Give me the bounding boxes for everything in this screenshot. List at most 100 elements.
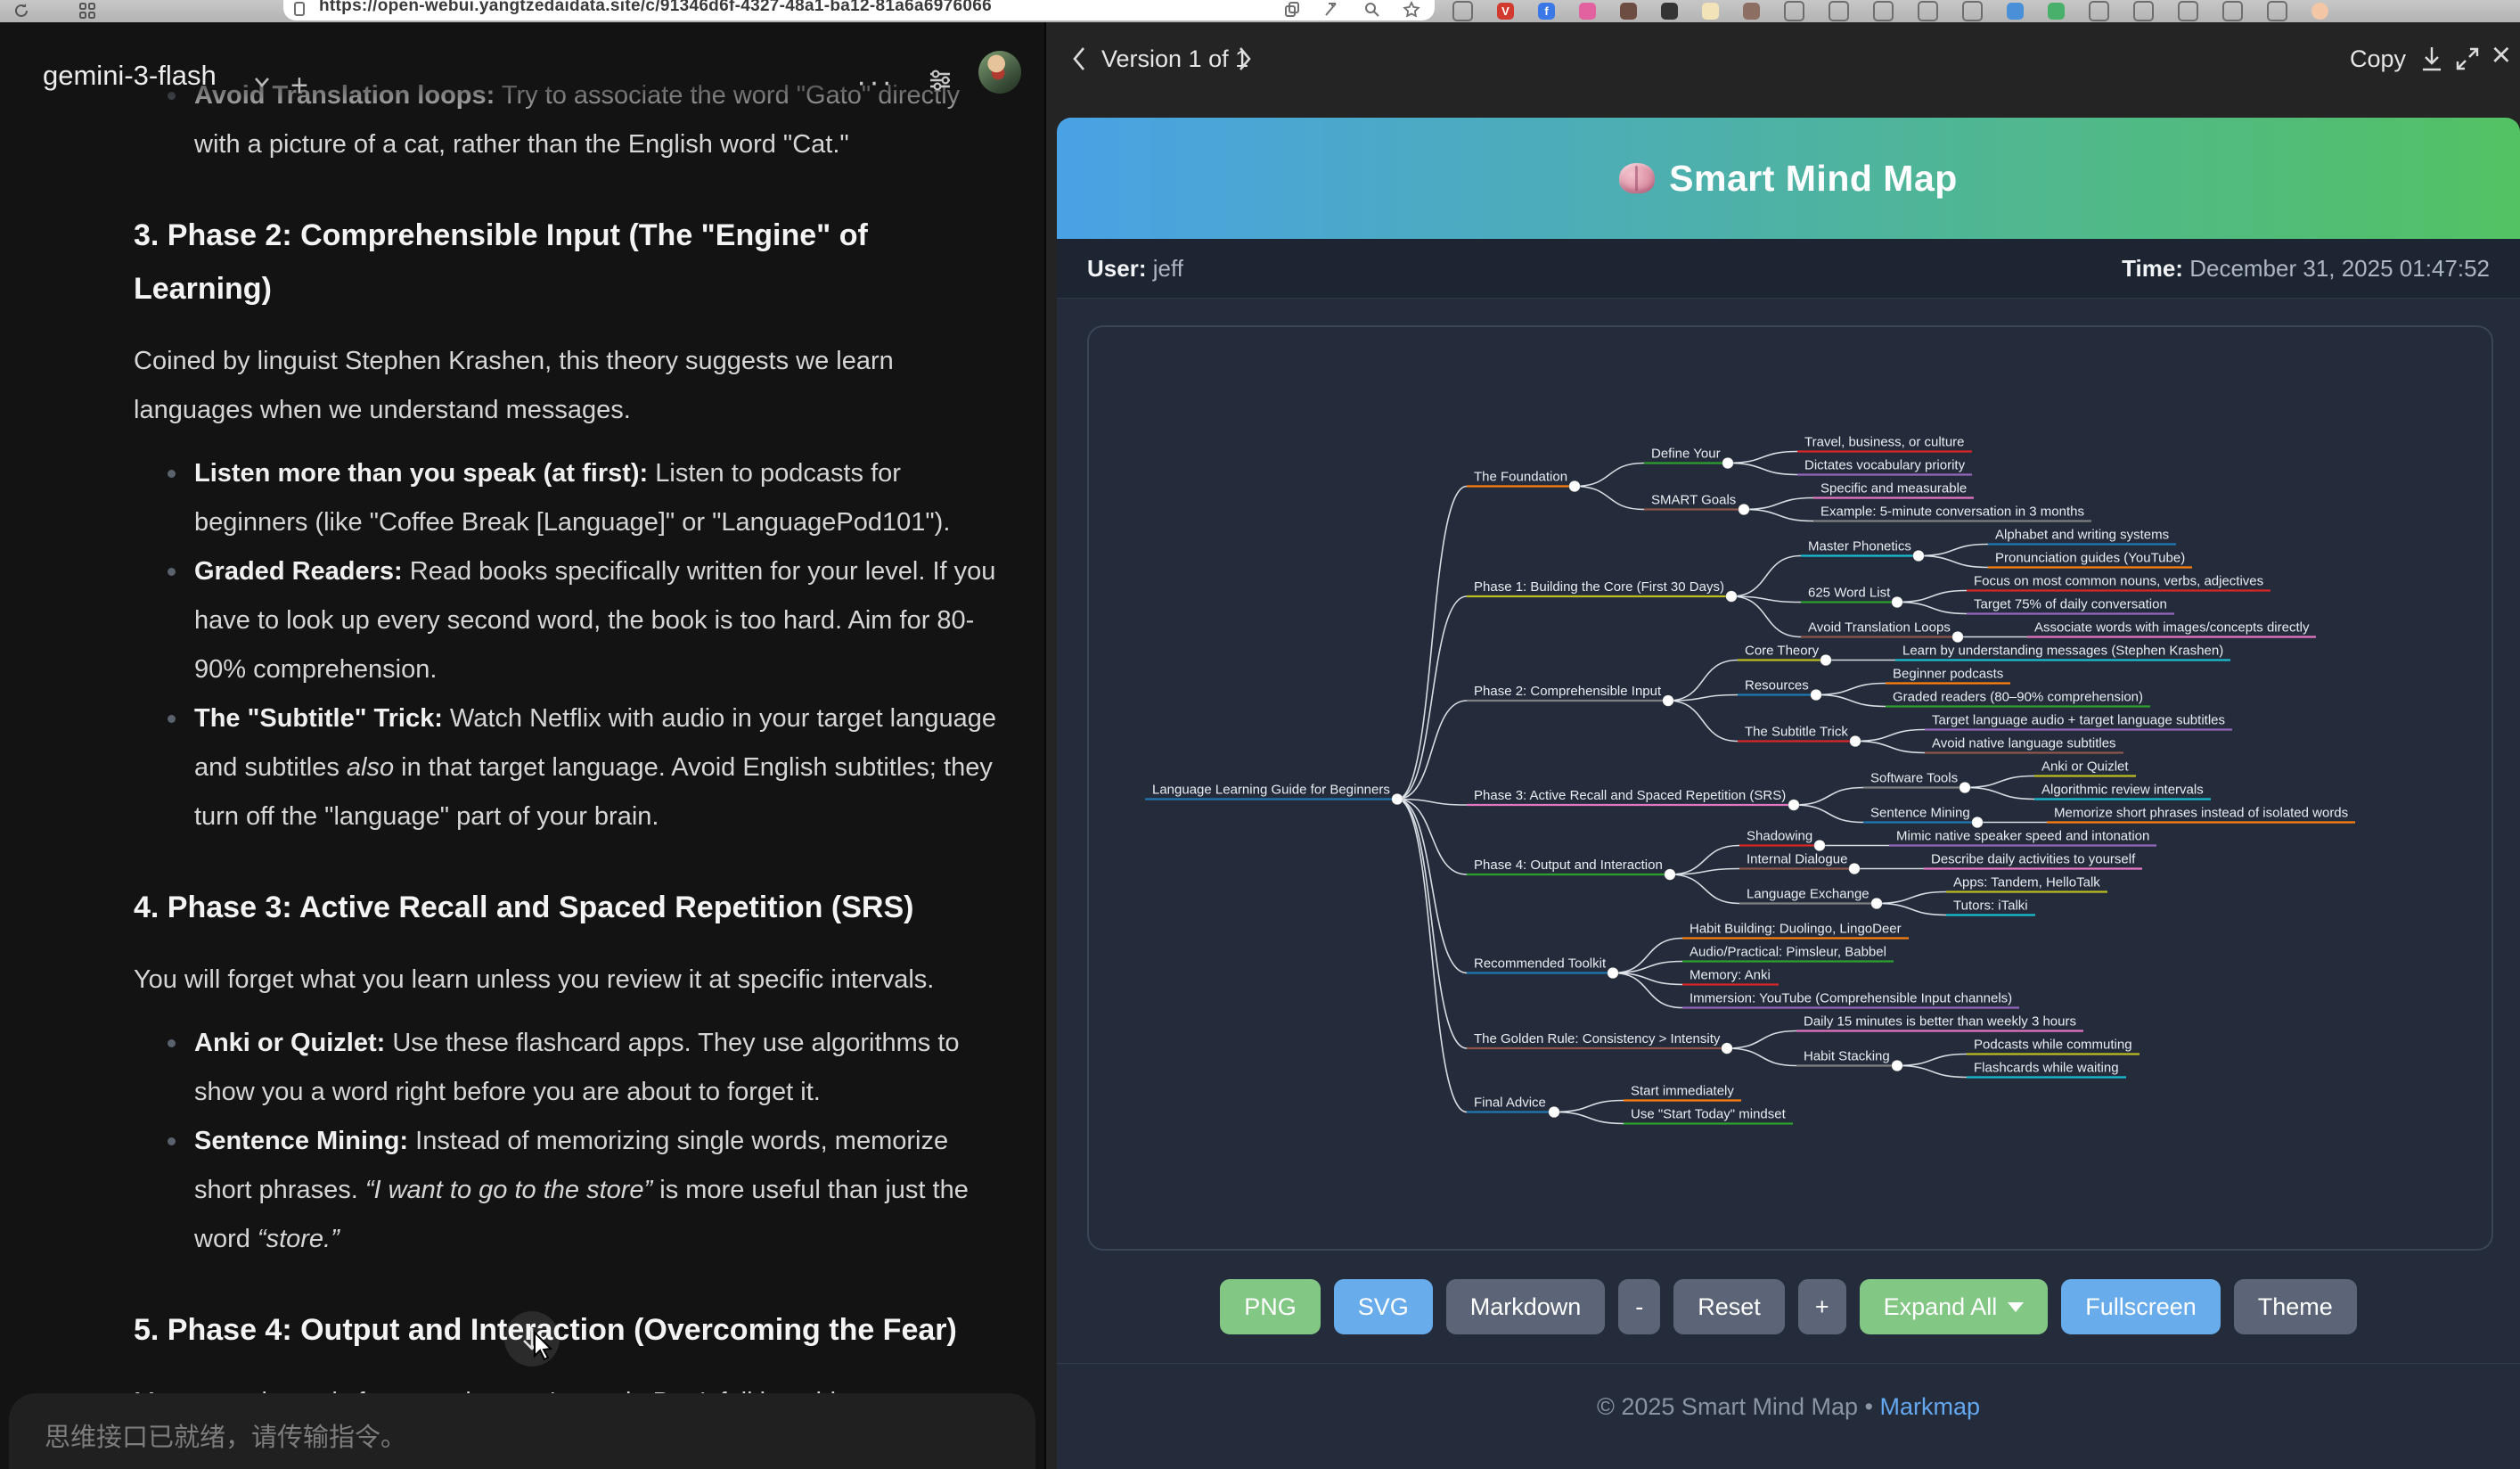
mindmap-node-label[interactable]: Shadowing (1747, 829, 1812, 844)
controls-sliders-icon[interactable] (925, 65, 955, 95)
chat-input[interactable]: 思维接口已就绪，请传输指令。 (9, 1393, 1035, 1469)
mindmap-node-label[interactable]: 625 Word List (1808, 586, 1891, 601)
mindmap-node-label[interactable]: Habit Stacking (1804, 1049, 1890, 1064)
mindmap-node-label[interactable]: Tutors: iTalki (1953, 899, 2028, 914)
-button[interactable]: - (1618, 1279, 1660, 1334)
mindmap-collapse-circle[interactable] (1849, 863, 1861, 874)
gray-extension[interactable] (1829, 1, 1849, 21)
mindmap-node-label[interactable]: Internal Dialogue (1747, 852, 1847, 867)
mindmap-node-label[interactable]: Audio/Practical: Pimsleur, Babbel (1690, 945, 1886, 960)
mindmap-collapse-circle[interactable] (1960, 782, 1971, 793)
reload-icon[interactable] (12, 2, 30, 20)
mindmap-node-label[interactable]: The Golden Rule: Consistency > Intensity (1474, 1031, 1721, 1046)
mindmap-collapse-circle[interactable] (1814, 840, 1826, 851)
mindmap-node-label[interactable]: Learn by understanding messages (Stephen… (1902, 644, 2223, 659)
copy-button[interactable]: Copy (2350, 45, 2406, 73)
gray-extension[interactable] (2089, 1, 2109, 21)
mindmap-node-label[interactable]: Daily 15 minutes is better than weekly 3… (1804, 1014, 2076, 1030)
mindmap-node-label[interactable]: Use "Start Today" mindset (1631, 1107, 1787, 1122)
mindmap-node-label[interactable]: Avoid native language subtitles (1932, 736, 2116, 751)
gray-extension[interactable] (1873, 1, 1894, 21)
blue-extension[interactable] (2007, 3, 2024, 20)
gray-extension[interactable] (1962, 1, 1983, 21)
mindmap-node-label[interactable]: Define Your (1651, 447, 1721, 462)
mindmap-node-label[interactable]: Software Tools (1870, 771, 1958, 786)
mindmap-node-label[interactable]: Phase 2: Comprehensible Input (1474, 684, 1662, 699)
bookmark-star-icon[interactable] (1403, 1, 1420, 19)
mindmap-frame[interactable]: Language Learning Guide for BeginnersThe… (1087, 325, 2493, 1251)
mindmap-node-label[interactable]: Phase 1: Building the Core (First 30 Day… (1474, 579, 1724, 595)
chevron-down-icon[interactable] (251, 76, 273, 90)
mindmap-node-label[interactable]: Memory: Anki (1690, 968, 1771, 983)
chevron-left-icon[interactable] (1071, 45, 1087, 72)
markdown-button[interactable]: Markdown (1446, 1279, 1606, 1334)
chat-menu-button[interactable]: ··· (856, 65, 895, 100)
mindmap-node-label[interactable]: Flashcards while waiting (1974, 1061, 2119, 1076)
mindmap-node-label[interactable]: Memorize short phrases instead of isolat… (2054, 806, 2348, 821)
gray-extension[interactable] (1918, 1, 1938, 21)
mindmap-node-label[interactable]: Associate words with images/concepts dir… (2034, 620, 2310, 636)
fullscreen-expand-icon[interactable] (2454, 44, 2481, 74)
mindmap-collapse-circle[interactable] (1892, 596, 1903, 608)
mindmap-svg[interactable]: Language Learning Guide for BeginnersThe… (1089, 327, 2488, 1245)
mindmap-collapse-circle[interactable] (1569, 480, 1581, 492)
mindmap-node-label[interactable]: The Foundation (1474, 470, 1567, 485)
search-icon[interactable] (1363, 1, 1381, 19)
close-icon[interactable]: × (2491, 38, 2511, 72)
mindmap-collapse-circle[interactable] (1952, 631, 1964, 643)
mindmap-collapse-circle[interactable] (1871, 898, 1883, 909)
mindmap-collapse-circle[interactable] (1665, 869, 1676, 881)
tab-grid-icon[interactable] (78, 2, 96, 20)
png-button[interactable]: PNG (1220, 1279, 1321, 1334)
new-chat-button[interactable]: + (290, 69, 308, 103)
pink-extension[interactable] (1579, 3, 1596, 20)
dark-extension[interactable] (1661, 3, 1678, 20)
mindmap-node-label[interactable]: Mimic native speaker speed and intonatio… (1896, 829, 2149, 844)
reset-button[interactable]: Reset (1673, 1279, 1785, 1334)
brown-extension[interactable] (1620, 3, 1637, 20)
mindmap-node-label[interactable]: Algorithmic review intervals (2041, 783, 2204, 798)
mindmap-collapse-circle[interactable] (1726, 591, 1738, 603)
mindmap-node-label[interactable]: Example: 5-minute conversation in 3 mont… (1820, 505, 2084, 520)
mindmap-collapse-circle[interactable] (1739, 504, 1750, 515)
mindmap-node-label[interactable]: Avoid Translation Loops (1808, 620, 1951, 636)
mindmap-node-label[interactable]: Dictates vocabulary priority (1804, 458, 1966, 473)
mindmap-node-label[interactable]: The Subtitle Trick (1745, 725, 1848, 740)
model-selector[interactable]: gemini-3-flash (43, 60, 217, 92)
mindmap-node-label[interactable]: Target 75% of daily conversation (1974, 597, 2167, 612)
mindmap-node-label[interactable]: Resources (1745, 678, 1809, 693)
mindmap-collapse-circle[interactable] (1392, 793, 1403, 805)
download-icon[interactable] (2418, 44, 2445, 74)
profile-circle[interactable] (2311, 3, 2328, 20)
mindmap-collapse-circle[interactable] (1549, 1106, 1560, 1118)
mindmap-collapse-circle[interactable] (1811, 689, 1822, 701)
mindmap-node-label[interactable]: Describe daily activities to yourself (1931, 852, 2136, 867)
copy-icon[interactable] (1283, 1, 1301, 19)
chevron-right-icon[interactable] (1237, 45, 1253, 72)
mindmap-node-label[interactable]: Alphabet and writing systems (1995, 528, 2169, 543)
mindmap-collapse-circle[interactable] (1722, 457, 1734, 469)
gray-extension[interactable] (1452, 1, 1473, 21)
avatar[interactable] (978, 51, 1021, 94)
fullscreen-button[interactable]: Fullscreen (2061, 1279, 2221, 1334)
mindmap-node-label[interactable]: Immersion: YouTube (Comprehensible Input… (1690, 991, 2012, 1006)
-button[interactable]: + (1798, 1279, 1846, 1334)
translate-icon[interactable] (1323, 1, 1341, 19)
theme-button[interactable]: Theme (2234, 1279, 2357, 1334)
facebook-extension[interactable]: f (1538, 3, 1555, 20)
mindmap-node-label[interactable]: Anki or Quizlet (2041, 759, 2129, 775)
mindmap-node-label[interactable]: Beginner podcasts (1893, 667, 2003, 682)
mindmap-node-label[interactable]: Habit Building: Duolingo, LingoDeer (1690, 922, 1902, 937)
gray-extension[interactable] (2267, 1, 2287, 21)
mindmap-node-label[interactable]: Final Advice (1474, 1096, 1546, 1111)
mindmap-node-label[interactable]: Target language audio + target language … (1932, 713, 2225, 728)
markmap-link[interactable]: Markmap (1879, 1393, 1980, 1420)
mindmap-collapse-circle[interactable] (1972, 817, 1984, 828)
mindmap-collapse-circle[interactable] (1788, 800, 1800, 811)
mindmap-collapse-circle[interactable] (1820, 654, 1832, 666)
mindmap-node-label[interactable]: Graded readers (80–90% comprehension) (1893, 690, 2143, 705)
mindmap-node-label[interactable]: Pronunciation guides (YouTube) (1995, 551, 2185, 566)
mindmap-node-label[interactable]: Specific and measurable (1820, 481, 1967, 497)
gray-extension[interactable] (2133, 1, 2154, 21)
green-extension[interactable] (2048, 3, 2065, 20)
